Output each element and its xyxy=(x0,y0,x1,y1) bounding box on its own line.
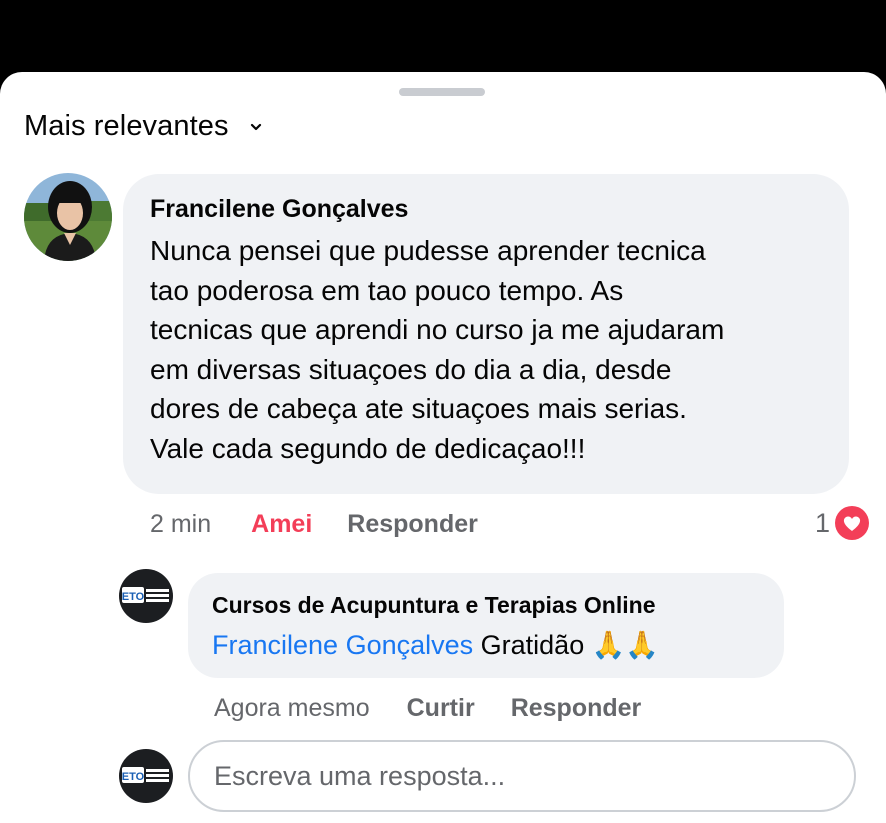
heart-icon xyxy=(835,506,869,540)
reply-time[interactable]: Agora mesmo xyxy=(214,694,370,723)
svg-text:ETO: ETO xyxy=(122,771,145,783)
comment-line: Vale cada segundo de dedicaçao!!! xyxy=(150,432,586,464)
comment-time[interactable]: 2 min xyxy=(150,510,211,539)
comment-author[interactable]: Francilene Gonçalves xyxy=(150,195,408,224)
svg-text:ETO: ETO xyxy=(122,591,145,603)
reply-message: Gratidão xyxy=(480,630,585,660)
comment-line: em diversas situaçoes do dia a dia, desd… xyxy=(150,353,672,385)
composer-avatar: ETO xyxy=(119,749,173,803)
avatar[interactable] xyxy=(24,173,112,261)
comment-bubble[interactable]: Francilene Gonçalves Nunca pensei que pu… xyxy=(123,174,849,494)
comment-line: Nunca pensei que pudesse aprender tecnic… xyxy=(150,235,706,266)
comment-line: tecnicas que aprendi no curso ja me ajud… xyxy=(150,314,725,345)
comment-line: tao poderosa em tao pouco tempo. As xyxy=(150,274,624,306)
page-avatar[interactable]: ETO xyxy=(119,569,173,623)
sort-dropdown[interactable]: Mais relevantes xyxy=(24,110,263,143)
sort-label: Mais relevantes xyxy=(24,110,229,142)
reply-author[interactable]: Cursos de Acupuntura e Terapias Online xyxy=(212,592,655,619)
profile-photo xyxy=(24,173,112,261)
comment-actions: 2 min Amei Responder xyxy=(150,508,478,540)
reply-text: Francilene Gonçalves Gratidão 🙏🙏 xyxy=(212,629,659,661)
mention-link[interactable]: Francilene Gonçalves xyxy=(212,630,473,660)
chevron-down-icon xyxy=(250,123,261,130)
like-button[interactable]: Curtir xyxy=(407,694,475,723)
pray-emoji: 🙏🙏 xyxy=(591,630,659,660)
eto-logo-icon: ETO xyxy=(122,767,169,783)
drag-handle[interactable] xyxy=(399,88,485,96)
reply-button[interactable]: Responder xyxy=(347,510,478,539)
reply-actions: Agora mesmo Curtir Responder xyxy=(214,692,641,724)
comment-text: Nunca pensei que pudesse aprender tecnic… xyxy=(150,231,724,468)
comment-line: dores de cabeça ate situaçoes mais seria… xyxy=(150,393,687,424)
reply-button[interactable]: Responder xyxy=(511,694,642,723)
reaction-count: 1 xyxy=(814,507,830,538)
comments-sheet: Mais relevantes Francilene Gonçalves Nun… xyxy=(0,72,886,823)
love-reaction-button[interactable]: Amei xyxy=(251,510,312,539)
reply-input-placeholder: Escreva uma resposta... xyxy=(214,760,506,791)
reply-input[interactable]: Escreva uma resposta... xyxy=(188,740,856,812)
eto-logo-icon: ETO xyxy=(122,587,169,603)
reaction-summary[interactable]: 1 xyxy=(815,505,870,541)
reply-bubble[interactable]: Cursos de Acupuntura e Terapias Online F… xyxy=(188,573,784,678)
